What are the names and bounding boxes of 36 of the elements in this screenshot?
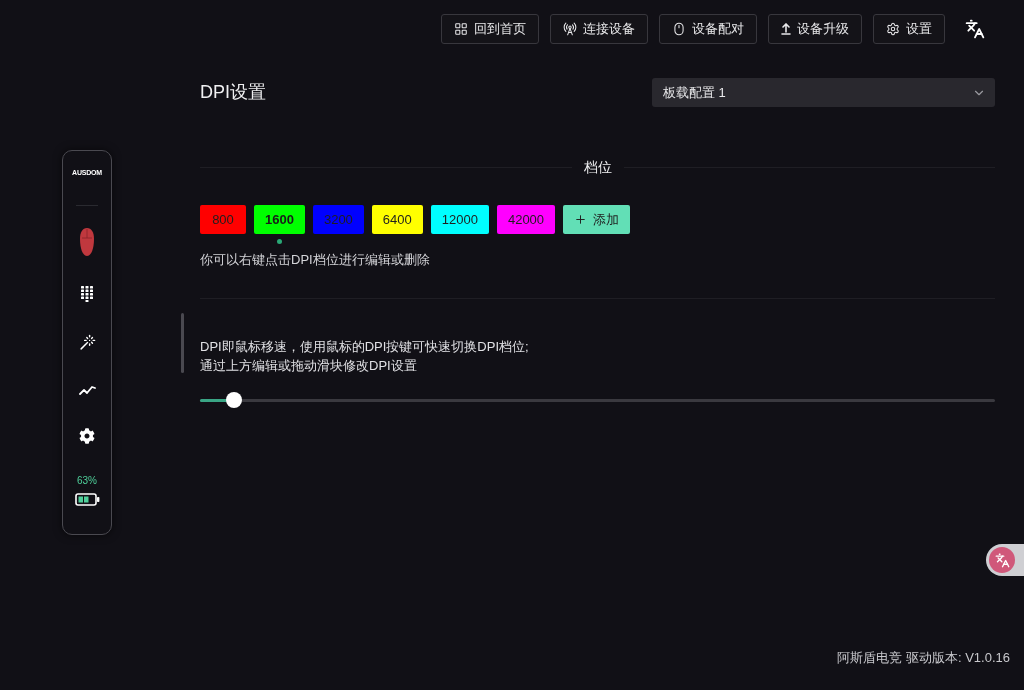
mouse-icon[interactable] — [79, 227, 95, 257]
toolbar-button[interactable]: 设备升级 — [768, 14, 862, 44]
keypad-icon[interactable] — [81, 286, 93, 302]
translate-icon — [989, 547, 1015, 573]
toolbar-button[interactable]: 回到首页 — [441, 14, 539, 44]
version-text: 阿斯盾电竞 驱动版本: V1.0.16 — [837, 648, 1010, 667]
translate-icon[interactable] — [965, 19, 985, 39]
grid-icon — [454, 22, 468, 36]
slider-thumb[interactable] — [226, 392, 243, 408]
translate-float-button[interactable] — [986, 544, 1024, 576]
dpi-level-button[interactable]: 42000 — [496, 205, 556, 234]
hint-text: 你可以右键点击DPI档位进行编辑或删除 — [200, 251, 430, 269]
toolbar-button[interactable]: 连接设备 — [550, 14, 648, 44]
dpi-level-button[interactable]: 6400 — [371, 205, 423, 234]
section-heading: 档位 — [582, 158, 613, 177]
upload-icon — [781, 23, 791, 35]
battery-icon — [74, 493, 100, 506]
add-level-button[interactable]: 添加 — [563, 205, 631, 234]
dpi-level-button[interactable]: 800 — [200, 205, 246, 234]
toolbar-button[interactable]: 设置 — [873, 14, 945, 44]
magic-wand-icon[interactable] — [78, 334, 96, 351]
mouse-icon — [672, 22, 686, 36]
toolbar-button[interactable]: 设备配对 — [659, 14, 757, 44]
line-chart-icon[interactable] — [78, 384, 96, 395]
settings-icon[interactable] — [79, 428, 95, 444]
settings-icon — [886, 22, 900, 36]
page-title: DPI设置 — [200, 81, 266, 104]
profile-select[interactable]: 板载配置 1 — [652, 78, 995, 107]
description-text: DPI即鼠标移速，使用鼠标的DPI按键可快速切换DPI档位; 通过上方编辑或拖动滑块修改DPI设置 — [200, 338, 529, 375]
plus-icon — [574, 213, 588, 226]
slider-track[interactable] — [200, 392, 995, 408]
antenna-icon — [563, 22, 577, 36]
dpi-level-button[interactable]: 12000 — [430, 205, 489, 234]
battery-percent: 63% — [77, 476, 97, 486]
scrollbar-thumb[interactable] — [181, 313, 184, 373]
dpi-level-button[interactable]: 1600 — [254, 205, 305, 234]
